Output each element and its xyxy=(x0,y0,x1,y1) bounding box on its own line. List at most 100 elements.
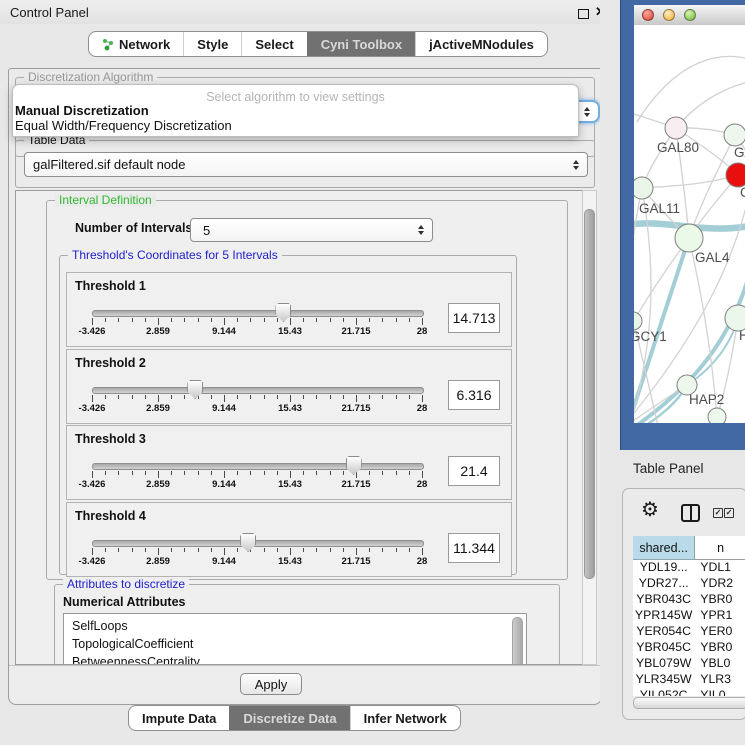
attribute-list-item[interactable]: SelfLoops xyxy=(64,614,526,635)
bottom-tab-infer-network[interactable]: Infer Network xyxy=(350,706,460,730)
slider-track[interactable] xyxy=(92,540,424,547)
column-header-shared[interactable]: shared... xyxy=(633,536,695,560)
slider-tick-label: 2.859 xyxy=(146,403,170,414)
cell-shared-name: YDL19... xyxy=(633,560,694,576)
slider-tick xyxy=(118,471,119,475)
table-row[interactable]: YLR345WYLR3 xyxy=(633,672,745,688)
threshold-row: Threshold 3-3.4262.8599.14415.4321.71528… xyxy=(66,425,512,500)
checkbox-icon[interactable]: ✓ xyxy=(724,508,734,518)
tab-cyni-toolbox[interactable]: Cyni Toolbox xyxy=(307,32,415,56)
tab-jactivemnodules[interactable]: jActiveMNodules xyxy=(415,32,547,56)
slider-tick xyxy=(118,318,119,322)
table-horizontal-scrollbar[interactable] xyxy=(633,697,745,709)
slider-thumb[interactable] xyxy=(187,380,203,399)
tab-label: Network xyxy=(119,37,170,52)
tab-style[interactable]: Style xyxy=(183,32,241,56)
slider-tick xyxy=(330,395,331,399)
slider-tick xyxy=(224,395,225,402)
slider-track[interactable] xyxy=(92,310,424,317)
attribute-list-item[interactable]: TopologicalCoefficient xyxy=(64,635,526,653)
spinner-arrows-icon[interactable] xyxy=(418,225,424,235)
slider-tick xyxy=(422,471,423,478)
apply-button[interactable]: Apply xyxy=(240,673,302,695)
network-icon xyxy=(102,37,114,51)
slider-thumb[interactable] xyxy=(240,533,256,552)
network-node[interactable] xyxy=(634,177,653,199)
slider-tick xyxy=(92,318,93,325)
slider-tick xyxy=(158,318,159,325)
bottom-tab-discretize-data[interactable]: Discretize Data xyxy=(229,706,349,730)
threshold-value-field[interactable]: 21.4 xyxy=(448,456,500,486)
slider-tick xyxy=(224,548,225,555)
table-row[interactable]: YPR145WYPR1 xyxy=(633,608,745,624)
network-edge xyxy=(634,238,689,320)
slider-tick xyxy=(145,471,146,475)
threshold-value-field[interactable]: 14.713 xyxy=(448,303,500,333)
cell-name: YBL0 xyxy=(694,656,745,672)
bottom-tab-label: Impute Data xyxy=(142,711,216,726)
slider-tick-label: -3.426 xyxy=(79,403,106,414)
network-node-label: GA xyxy=(734,145,745,160)
bottom-tab-impute-data[interactable]: Impute Data xyxy=(129,706,229,730)
slider-tick xyxy=(158,548,159,555)
tab-select[interactable]: Select xyxy=(241,32,306,56)
gear-icon[interactable]: ⚙ xyxy=(641,500,659,520)
network-node[interactable] xyxy=(634,312,642,330)
cell-name: YIL0 xyxy=(694,688,745,696)
cell-name: YPR1 xyxy=(694,608,745,624)
slider-tick xyxy=(396,395,397,399)
tab-network[interactable]: Network xyxy=(89,32,183,56)
network-node[interactable] xyxy=(726,163,745,187)
interval-definition-title: Interval Definition xyxy=(55,193,156,207)
spinner-arrows-icon[interactable] xyxy=(573,160,579,170)
slider-tick xyxy=(171,318,172,322)
network-node[interactable] xyxy=(724,124,745,146)
number-of-intervals-select[interactable]: 5 xyxy=(190,218,433,242)
algorithm-option-equal-width[interactable]: Equal Width/Frequency Discretization xyxy=(15,118,232,133)
checkbox-icon[interactable]: ✓ xyxy=(713,508,723,518)
algorithm-option-manual[interactable]: Manual Discretization xyxy=(15,103,149,118)
slider-tick-label: 9.144 xyxy=(212,479,236,490)
slider-tick xyxy=(422,548,423,555)
table-row[interactable]: YDR27...YDR2 xyxy=(633,576,745,592)
settings-scrollbar[interactable] xyxy=(582,190,597,665)
slider-tick xyxy=(237,548,238,552)
numerical-attributes-list[interactable]: SelfLoopsTopologicalCoefficientBetweenne… xyxy=(63,613,527,665)
minimize-traffic-icon[interactable] xyxy=(663,9,675,21)
spinner-arrows-icon[interactable] xyxy=(584,107,590,117)
network-node[interactable] xyxy=(675,224,703,252)
attribute-list-item[interactable]: BetweennessCentrality xyxy=(64,653,526,665)
network-node[interactable] xyxy=(665,117,687,139)
table-row[interactable]: YER054CYER0 xyxy=(633,624,745,640)
table-row[interactable]: YDL19...YDL1 xyxy=(633,560,745,576)
zoom-traffic-icon[interactable] xyxy=(684,9,696,21)
table-row[interactable]: YBR045CYBR0 xyxy=(633,640,745,656)
table-data-select[interactable]: galFiltered.sif default node xyxy=(24,152,588,177)
slider-tick xyxy=(105,548,106,552)
slider-tick xyxy=(409,318,410,322)
slider-track[interactable] xyxy=(92,463,424,470)
slider-tick xyxy=(290,395,291,402)
table-row[interactable]: YBL079WYBL0 xyxy=(633,656,745,672)
slider-tick xyxy=(145,395,146,399)
close-traffic-icon[interactable] xyxy=(642,9,654,21)
settings-scrollbar-thumb[interactable] xyxy=(584,209,595,579)
table-row[interactable]: YBR043CYBR0 xyxy=(633,592,745,608)
network-node-label: GAL11 xyxy=(639,201,680,216)
threshold-value-field[interactable]: 6.316 xyxy=(448,380,500,410)
threshold-value-field[interactable]: 11.344 xyxy=(448,533,500,563)
table-row[interactable]: YIL052CYIL0 xyxy=(633,688,745,696)
split-columns-icon[interactable] xyxy=(681,504,700,522)
slider-tick xyxy=(264,318,265,322)
slider-track[interactable] xyxy=(92,387,424,394)
list-scrollbar[interactable] xyxy=(512,617,523,665)
network-view-canvas[interactable]: GAL80GACGAL11GAL4GCY1HAHAP2 xyxy=(634,25,745,423)
network-node-label: C xyxy=(740,185,745,200)
column-header-name[interactable]: n xyxy=(695,536,745,560)
slider-thumb[interactable] xyxy=(346,456,362,475)
slider-tick-label: -3.426 xyxy=(79,556,106,567)
slider-tick xyxy=(396,318,397,322)
float-window-icon[interactable] xyxy=(578,9,589,19)
cyni-toolbox-panel: Discretization Algorithm Table Data galF… xyxy=(8,68,602,705)
network-node[interactable] xyxy=(708,408,726,423)
